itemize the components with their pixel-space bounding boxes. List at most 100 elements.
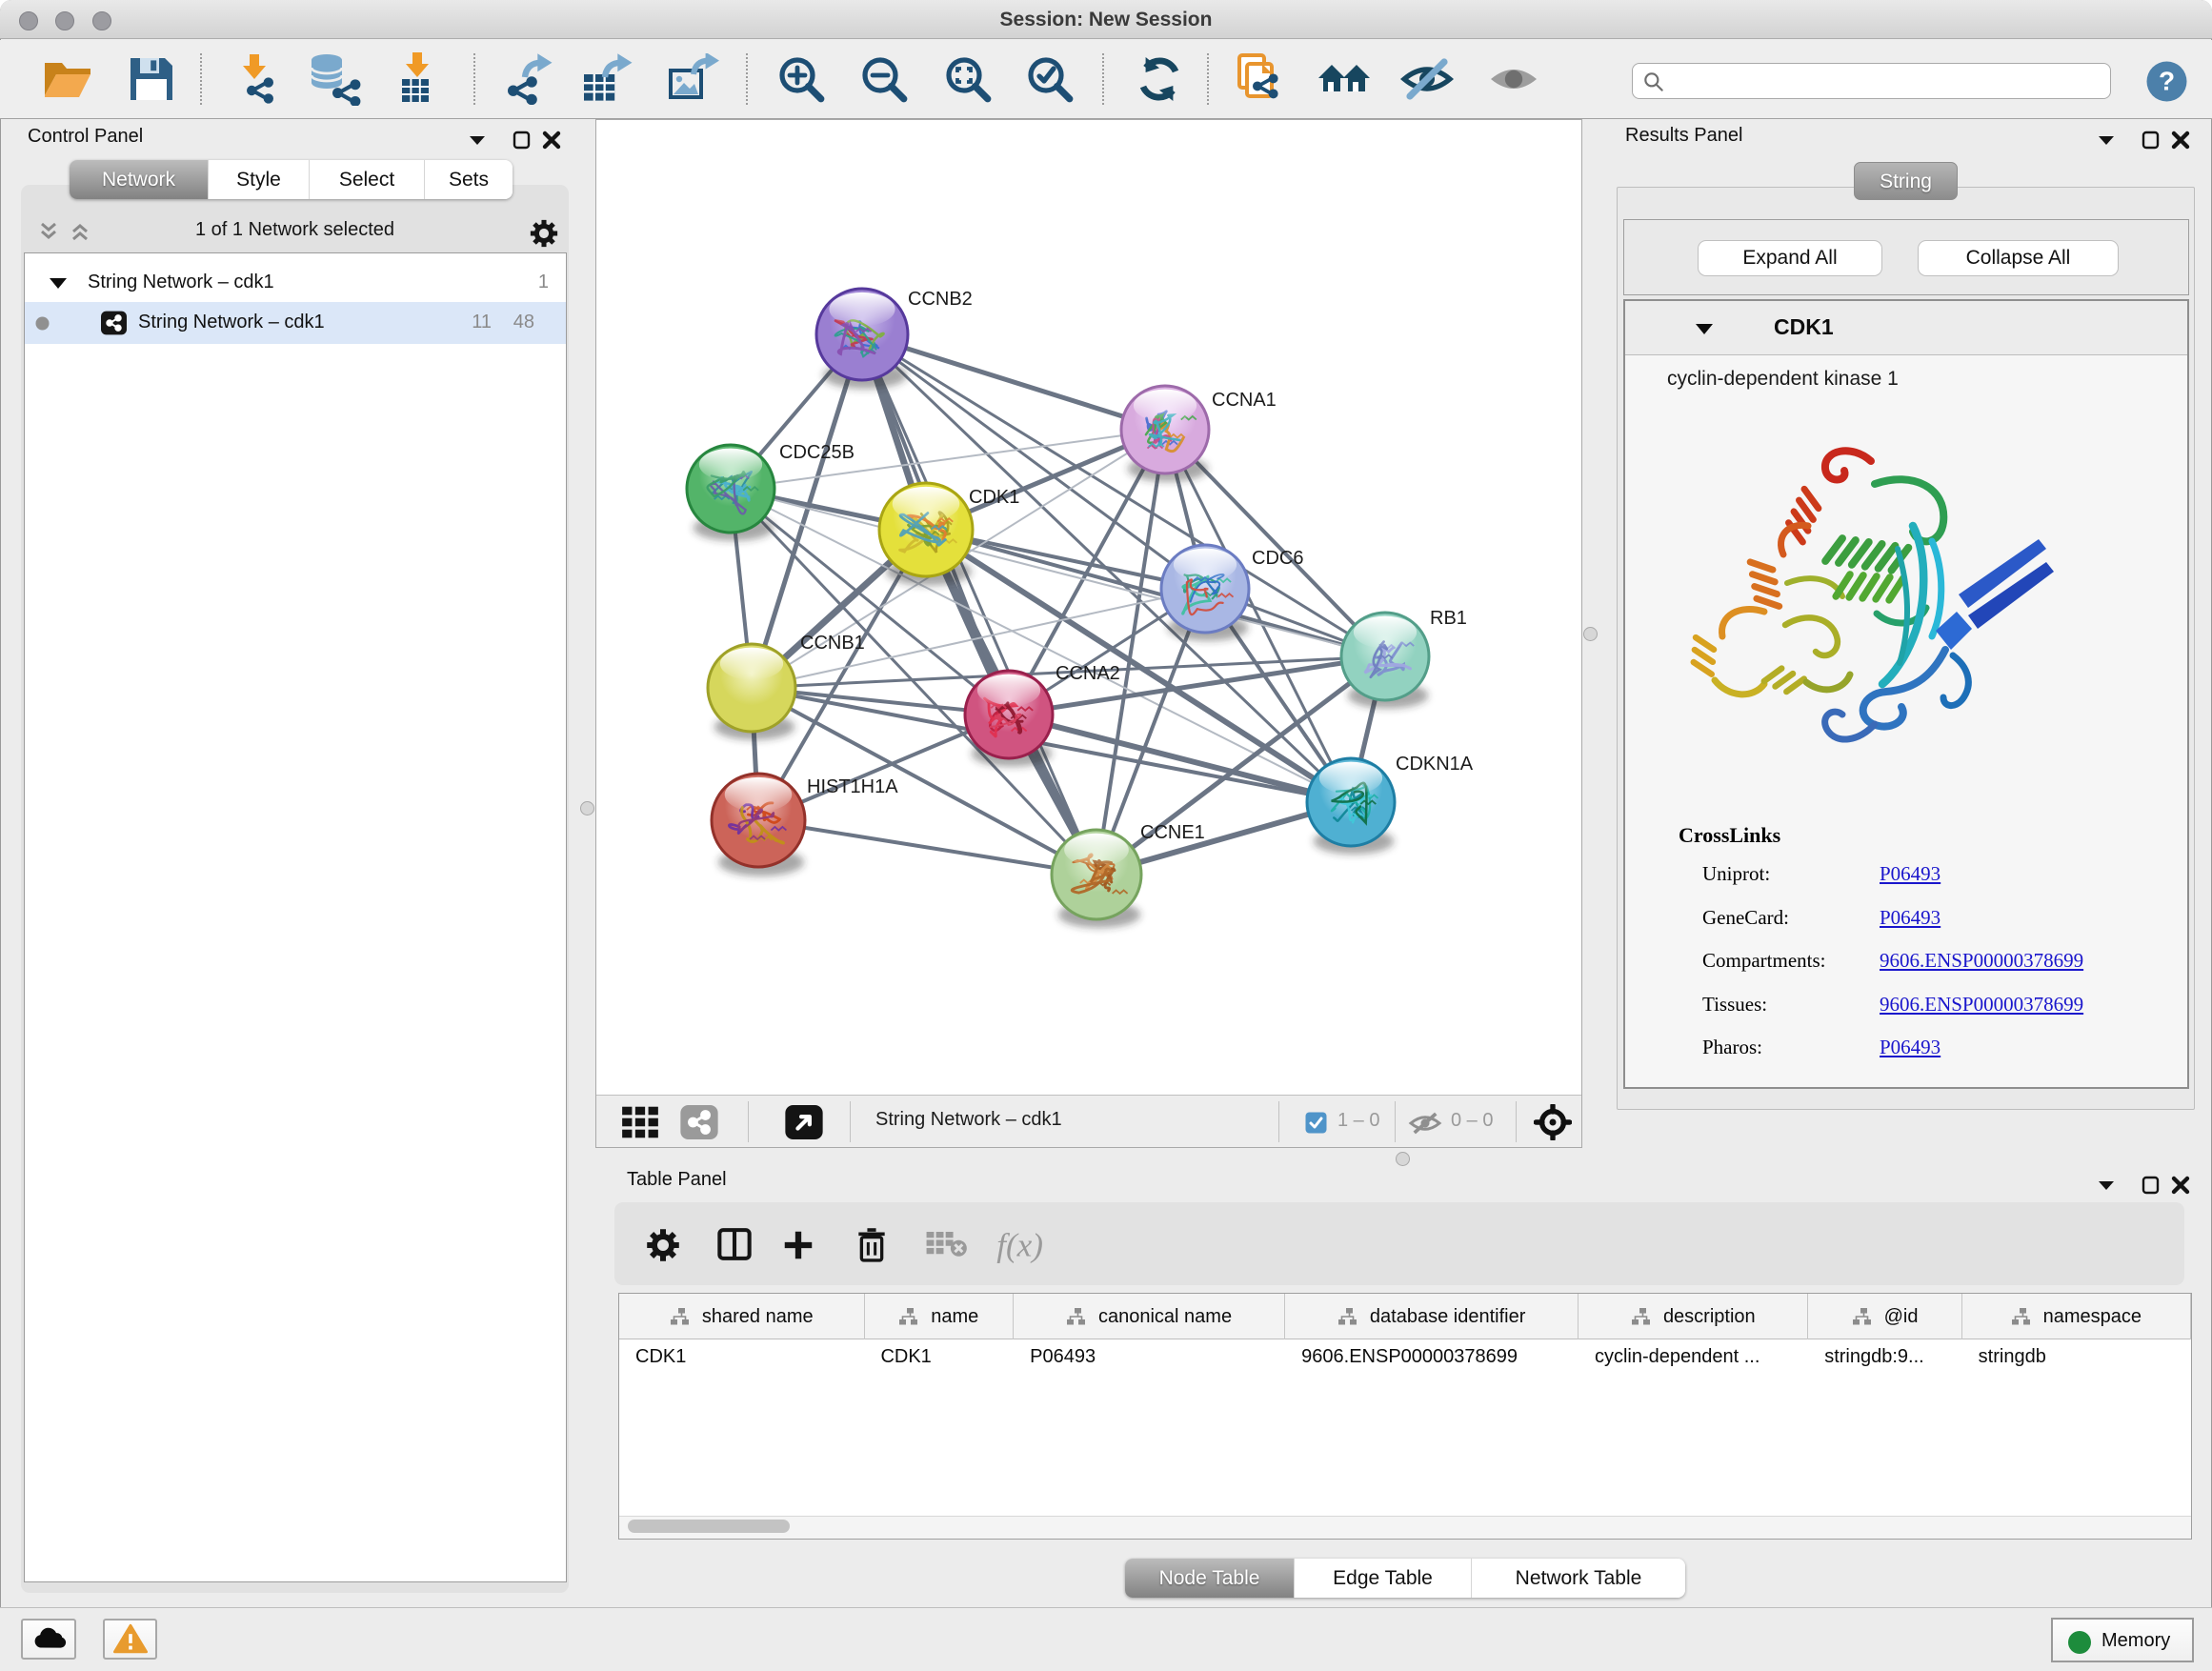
control-panel-close-button[interactable] xyxy=(540,130,565,151)
open-in-browser-icon[interactable] xyxy=(785,1105,823,1139)
table-cell[interactable]: stringdb xyxy=(1962,1339,2191,1375)
zoom-out-icon[interactable] xyxy=(859,54,909,104)
table-tab-node-table[interactable]: Node Table xyxy=(1125,1559,1295,1598)
node-CDC25B[interactable] xyxy=(687,445,774,541)
import-database-icon[interactable] xyxy=(308,52,363,106)
table-horizontal-scrollbar[interactable] xyxy=(619,1516,2191,1539)
svg-text:f(x): f(x) xyxy=(996,1227,1043,1263)
node-CDC6[interactable] xyxy=(1161,545,1249,641)
column-header-name[interactable]: name xyxy=(865,1294,1014,1339)
network-share-badge-icon[interactable] xyxy=(680,1105,718,1139)
selected-nodes-checkbox-icon[interactable] xyxy=(1305,1112,1327,1134)
horizontal-splitter-handle[interactable] xyxy=(1396,1152,1410,1166)
protein-structure-image xyxy=(1673,434,2073,777)
control-tab-style[interactable]: Style xyxy=(209,160,310,199)
node-CDKN1A[interactable] xyxy=(1307,758,1395,855)
table-cell[interactable]: CDK1 xyxy=(619,1339,864,1375)
crosslink-link[interactable]: 9606.ENSP00000378699 xyxy=(1880,993,2083,1017)
control-tab-select[interactable]: Select xyxy=(310,160,425,199)
delete-column-icon[interactable] xyxy=(855,1227,888,1263)
import-network-icon[interactable] xyxy=(230,52,281,106)
column-header-database-identifier[interactable]: database identifier xyxy=(1285,1294,1579,1339)
table-cell[interactable]: CDK1 xyxy=(864,1339,1014,1375)
left-splitter-handle[interactable] xyxy=(580,801,594,815)
save-session-icon[interactable] xyxy=(127,54,176,104)
edge-CCNB2-CCNA1[interactable] xyxy=(862,334,1165,430)
network-options-gear-icon[interactable] xyxy=(529,218,559,249)
node-CCNB2[interactable] xyxy=(816,289,908,389)
column-header--id[interactable]: @id xyxy=(1808,1294,1961,1339)
column-header-shared-name[interactable]: shared name xyxy=(619,1294,865,1339)
section-collapse-triangle-icon[interactable] xyxy=(1692,319,1717,338)
node-CCNE1[interactable] xyxy=(1052,830,1141,928)
table-cell[interactable]: cyclin-dependent ... xyxy=(1579,1339,1808,1375)
node-CCNA1[interactable] xyxy=(1121,386,1209,482)
node-RB1[interactable] xyxy=(1341,613,1429,709)
table-tab-network-table[interactable]: Network Table xyxy=(1472,1559,1685,1598)
export-table-icon[interactable] xyxy=(580,53,635,105)
help-button[interactable]: ? xyxy=(2145,60,2188,103)
crosslink-link[interactable]: P06493 xyxy=(1880,862,1941,886)
control-tab-sets[interactable]: Sets xyxy=(425,160,513,199)
crosslink-link[interactable]: P06493 xyxy=(1880,906,1941,930)
right-splitter-handle[interactable] xyxy=(1583,627,1598,641)
table-settings-icon[interactable] xyxy=(645,1227,681,1263)
export-image-icon[interactable] xyxy=(667,53,722,105)
new-network-from-selection-icon[interactable] xyxy=(1234,52,1285,106)
zoom-fit-icon[interactable] xyxy=(943,54,993,104)
edge-CDC25B-RB1[interactable] xyxy=(731,489,1385,656)
node-label-CCNB1: CCNB1 xyxy=(800,633,865,654)
column-header-canonical-name[interactable]: canonical name xyxy=(1014,1294,1285,1339)
first-neighbors-icon[interactable] xyxy=(1317,55,1374,103)
hide-selected-icon[interactable] xyxy=(1400,56,1454,102)
show-columns-icon[interactable] xyxy=(716,1227,753,1261)
memory-button[interactable]: Memory xyxy=(2051,1618,2194,1662)
control-tab-network[interactable]: Network xyxy=(70,160,209,199)
cloud-status-button[interactable] xyxy=(21,1619,76,1660)
column-header-description[interactable]: description xyxy=(1579,1294,1808,1339)
tree-expand-triangle-icon[interactable] xyxy=(47,274,70,292)
expand-all-button[interactable]: Expand All xyxy=(1698,240,1882,276)
node-CCNA2[interactable] xyxy=(965,671,1053,767)
fit-selected-crosshair-icon[interactable] xyxy=(1534,1104,1572,1140)
table-cell[interactable]: P06493 xyxy=(1014,1339,1285,1375)
crosslink-link[interactable]: P06493 xyxy=(1880,1036,1941,1059)
birdseye-grid-icon[interactable] xyxy=(620,1105,660,1139)
node-CDK1[interactable] xyxy=(879,483,973,586)
column-header-namespace[interactable]: namespace xyxy=(1962,1294,2191,1339)
network-collection-row[interactable]: String Network – cdk1 1 xyxy=(25,264,566,302)
import-table-icon[interactable] xyxy=(391,52,442,106)
crosslink-link[interactable]: 9606.ENSP00000378699 xyxy=(1880,949,2083,973)
node-HIST1H1A[interactable] xyxy=(712,774,805,876)
warnings-button[interactable] xyxy=(103,1619,157,1660)
table-cell[interactable]: stringdb:9... xyxy=(1808,1339,1961,1375)
results-panel-float-button[interactable] xyxy=(2095,131,2120,151)
application-window: Session: New Session xyxy=(0,0,2212,1671)
table-panel-maximize-button[interactable] xyxy=(2141,1175,2165,1196)
zoom-selected-icon[interactable] xyxy=(1025,54,1075,104)
table-panel-close-button[interactable] xyxy=(2169,1175,2194,1196)
export-network-icon[interactable] xyxy=(504,53,557,105)
results-panel-close-button[interactable] xyxy=(2169,130,2194,151)
collapse-all-button[interactable]: Collapse All xyxy=(1918,240,2119,276)
scrollbar-thumb[interactable] xyxy=(628,1520,790,1533)
node-CCNB1[interactable] xyxy=(708,644,795,740)
table-panel-float-button[interactable] xyxy=(2095,1176,2120,1197)
zoom-in-icon[interactable] xyxy=(776,54,826,104)
network-row[interactable]: String Network – cdk1 11 48 xyxy=(25,302,566,344)
results-tab-string[interactable]: String xyxy=(1854,162,1958,200)
search-input[interactable] xyxy=(1675,66,2103,96)
table-tab-edge-table[interactable]: Edge Table xyxy=(1295,1559,1472,1598)
apply-layout-icon[interactable] xyxy=(1135,54,1184,104)
network-canvas[interactable]: CCNB2CCNA1CDC25BCDK1CDC6RB1CCNB1CCNA2CDK… xyxy=(596,120,1581,1095)
control-panel-maximize-button[interactable] xyxy=(512,130,536,151)
table-row[interactable]: CDK1CDK1P064939606.ENSP00000378699cyclin… xyxy=(619,1339,2191,1375)
search-box[interactable] xyxy=(1632,63,2111,99)
add-column-icon[interactable] xyxy=(780,1227,816,1263)
open-session-icon[interactable] xyxy=(41,55,94,103)
results-panel-maximize-button[interactable] xyxy=(2141,130,2165,151)
result-section-header[interactable]: CDK1 xyxy=(1625,301,2187,355)
control-panel-float-button[interactable] xyxy=(466,131,491,151)
table-cell[interactable]: 9606.ENSP00000378699 xyxy=(1285,1339,1579,1375)
show-all-icon[interactable] xyxy=(1487,58,1540,100)
